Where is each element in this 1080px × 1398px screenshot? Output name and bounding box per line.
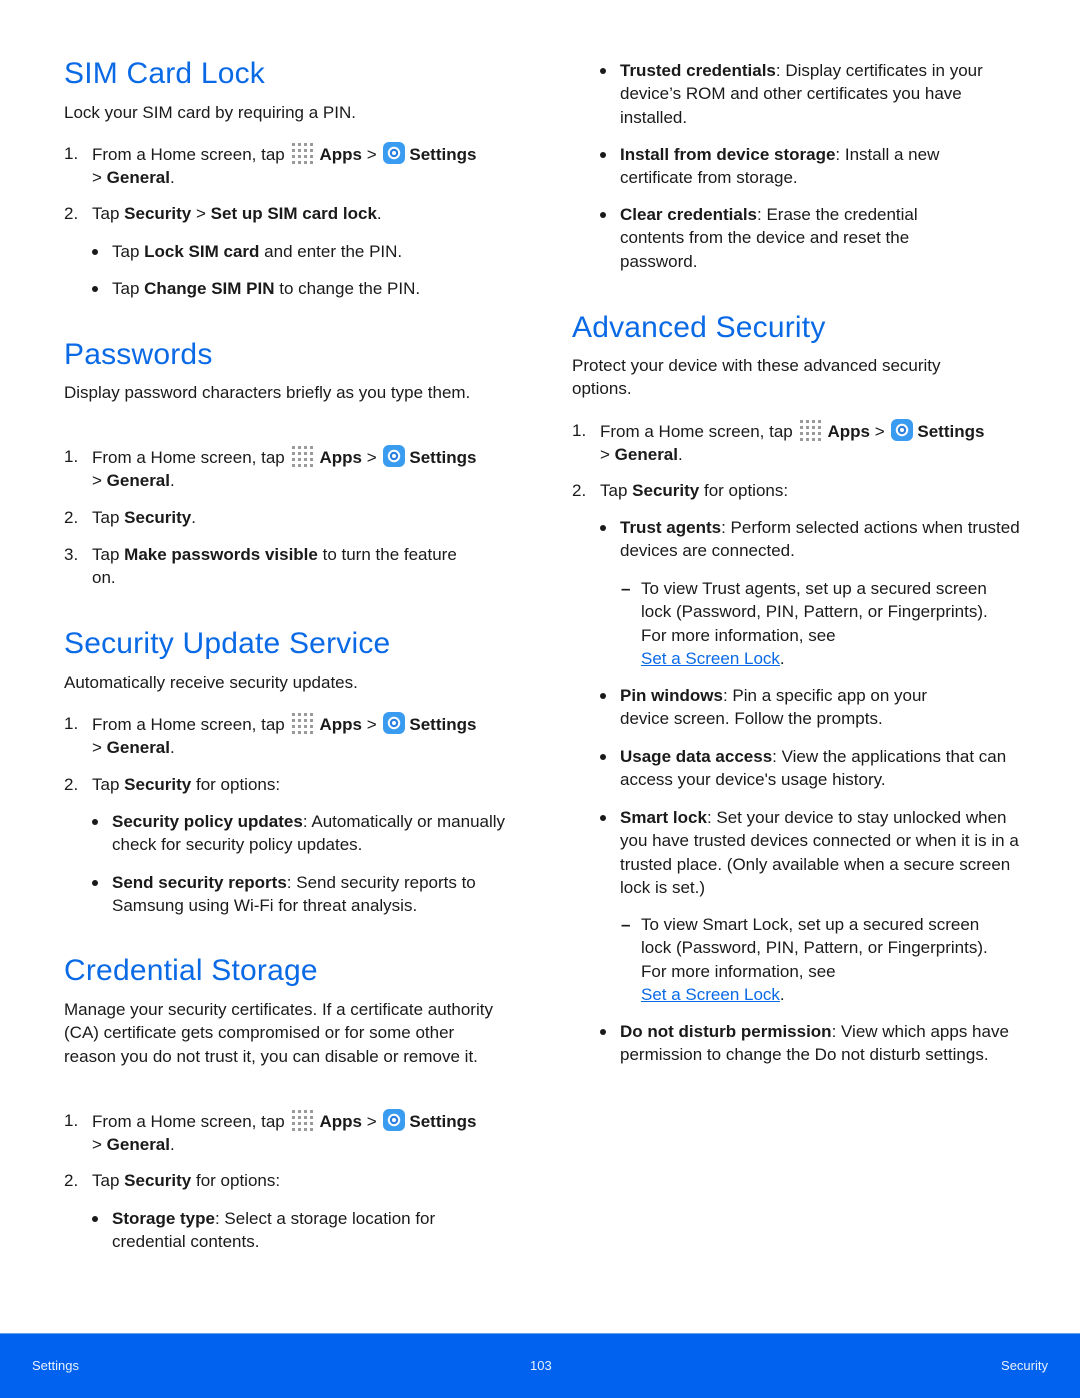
sim-card-lock-intro: Lock your SIM card by requiring a PIN. bbox=[64, 103, 356, 122]
apps-grid-icon bbox=[292, 446, 314, 467]
passwords-step-2: 2. Tap Security. bbox=[64, 508, 196, 527]
security-update-step-2: 2. Tap Security for options: bbox=[64, 775, 281, 794]
footer-chapter: Settings bbox=[32, 1358, 79, 1373]
section-title-passwords: Passwords bbox=[64, 338, 213, 371]
sub-note-smart-lock: – To view Smart Lock, set up a secured s… bbox=[621, 915, 988, 1004]
section-title-credential-storage: Credential Storage bbox=[64, 954, 318, 987]
bullet-pin-windows: Pin windows: Pin a specific app on your … bbox=[600, 684, 980, 731]
section-title-advanced-security: Advanced Security bbox=[572, 311, 826, 344]
page-footer: Settings 103 Security bbox=[0, 1333, 1080, 1398]
bullet-install-from-device-storage: Install from device storage: Install a n… bbox=[600, 143, 1000, 190]
settings-gear-icon bbox=[891, 419, 914, 441]
bullet-usage-data-access: Usage data access: View the applications… bbox=[600, 745, 1040, 792]
credential-step-1: 1. From a Home screen, tap Apps > Settin… bbox=[64, 1109, 477, 1155]
footer-page-number: 103 bbox=[530, 1358, 552, 1373]
apps-grid-icon bbox=[800, 420, 822, 441]
bullet-clear-credentials: Clear credentials: Erase the credential … bbox=[600, 203, 980, 273]
footer-section: Security bbox=[1001, 1358, 1048, 1373]
apps-grid-icon bbox=[292, 143, 314, 164]
passwords-step-1: 1. From a Home screen, tap Apps > Settin… bbox=[64, 445, 477, 491]
bullet-trusted-credentials: Trusted credentials: Display certificate… bbox=[600, 59, 1020, 129]
passwords-intro: Display password characters briefly as y… bbox=[64, 383, 471, 402]
bullet-security-policy-updates: Security policy updates: Automatically o… bbox=[92, 810, 512, 857]
sim-step-2: 2. Tap Security > Set up SIM card lock. bbox=[64, 204, 382, 223]
sim-bullet-change-pin: Tap Change SIM PIN to change the PIN. bbox=[92, 277, 524, 300]
set-a-screen-lock-link[interactable]: Set a Screen Lock bbox=[641, 985, 780, 1004]
settings-gear-icon bbox=[383, 142, 406, 164]
bullet-storage-type: Storage type: Select a storage location … bbox=[92, 1207, 492, 1254]
apps-grid-icon bbox=[292, 1110, 314, 1131]
bullet-send-security-reports: Send security reports: Send security rep… bbox=[92, 871, 512, 918]
advanced-security-intro: Protect your device with these advanced … bbox=[572, 356, 941, 399]
section-title-sim-card-lock: SIM Card Lock bbox=[64, 57, 265, 90]
section-title-security-update-service: Security Update Service bbox=[64, 627, 391, 660]
bullet-do-not-disturb-permission: Do not disturb permission: View which ap… bbox=[600, 1020, 1020, 1067]
sim-step-1: 1. From a Home screen, tap Apps > Settin… bbox=[64, 142, 477, 188]
credential-step-2: 2. Tap Security for options: bbox=[64, 1171, 281, 1190]
advanced-step-2: 2. Tap Security for options: bbox=[572, 481, 789, 500]
bullet-smart-lock: Smart lock: Set your device to stay unlo… bbox=[600, 806, 1020, 899]
sim-bullet-lock-sim: Tap Lock SIM card and enter the PIN. bbox=[92, 240, 524, 263]
bullet-trust-agents: Trust agents: Perform selected actions w… bbox=[600, 516, 1040, 563]
security-update-step-1: 1. From a Home screen, tap Apps > Settin… bbox=[64, 712, 477, 758]
apps-grid-icon bbox=[292, 713, 314, 734]
settings-gear-icon bbox=[383, 1109, 406, 1131]
settings-gear-icon bbox=[383, 445, 406, 467]
security-update-intro: Automatically receive security updates. bbox=[64, 673, 358, 692]
advanced-step-1: 1. From a Home screen, tap Apps > Settin… bbox=[572, 419, 985, 465]
passwords-step-3: 3. Tap Make passwords visible to turn th… bbox=[64, 545, 457, 588]
set-a-screen-lock-link[interactable]: Set a Screen Lock bbox=[641, 649, 780, 668]
credential-storage-intro: Manage your security certificates. If a … bbox=[64, 1000, 493, 1066]
sub-note-trust-agents: – To view Trust agents, set up a secured… bbox=[621, 579, 988, 668]
settings-gear-icon bbox=[383, 712, 406, 734]
